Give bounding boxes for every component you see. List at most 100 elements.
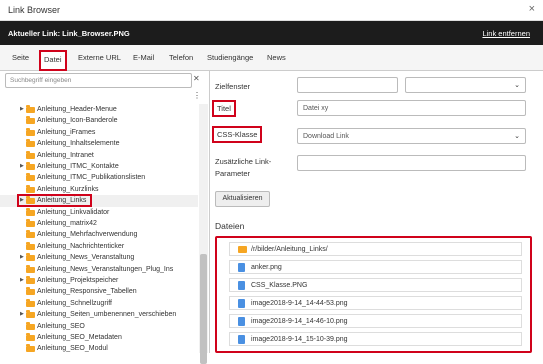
tree-item-label: Anleitung_Intranet <box>37 151 94 159</box>
folder-icon <box>26 230 35 239</box>
folder-icon <box>26 333 35 341</box>
tree-item[interactable]: Anleitung_Inhaltselemente <box>0 138 198 149</box>
folder-icon <box>26 139 35 148</box>
link-form-panel: Zielfenster ⌄ Titel Datei xy CSS-Klasse … <box>211 71 543 353</box>
tree-item[interactable]: ▶ Anleitung_News_Veranstaltung <box>0 252 198 263</box>
folder-tree: ▶ Anleitung_Header-Menue Anleitung_Icon-Ba… <box>0 104 198 353</box>
tree-item[interactable]: ▶ Anleitung_Links <box>0 194 198 208</box>
folder-icon <box>26 162 35 170</box>
file-name: anker.png <box>251 264 282 271</box>
more-options-icon[interactable]: ⋮ <box>193 91 201 100</box>
tree-item[interactable]: Anleitung_Icon-Banderole <box>0 115 198 126</box>
file-name: image2018-9-14_14-46-10.png <box>251 318 348 325</box>
folder-icon <box>26 310 35 319</box>
expand-arrow-icon[interactable]: ▶ <box>20 275 24 286</box>
folder-icon <box>26 241 35 250</box>
css-class-value: Download Link <box>303 133 349 140</box>
window-title: Link Browser <box>8 5 61 15</box>
tree-item[interactable]: Anleitung_Mehrfachverwendung <box>0 229 198 240</box>
folder-icon <box>26 276 35 284</box>
tree-item[interactable]: Anleitung_SEO_Metadaten <box>0 332 198 343</box>
tree-item-label: Anleitung_SEO <box>37 322 85 330</box>
update-button[interactable]: Aktualisieren <box>215 191 270 207</box>
close-icon[interactable]: × <box>529 3 535 15</box>
file-icon <box>238 281 245 290</box>
tree-item-label: Anleitung_SEO_Metadaten <box>37 334 122 341</box>
folder-icon <box>26 264 35 273</box>
tree-item[interactable]: Anleitung_Responsive_Tabellen <box>0 286 198 297</box>
tree-item-label: Anleitung_News_Veranstaltung <box>37 254 135 262</box>
tree-item[interactable]: Anleitung_matrix42 <box>0 218 198 229</box>
tab-studiengaenge[interactable]: Studiengänge <box>207 53 253 62</box>
tree-item[interactable]: Anleitung_Linkvalidator <box>0 207 198 218</box>
current-link-label: Aktueller Link: Link_Browser.PNG <box>8 29 130 38</box>
tree-item[interactable]: ▶ Anleitung_Header-Menue <box>0 104 198 115</box>
tree-item[interactable]: ▶ Anleitung_Seiten_umbenennen_verschieben <box>0 309 198 320</box>
tab-email[interactable]: E-Mail <box>133 53 154 62</box>
file-row[interactable]: image2018-9-14_15-10-39.png <box>229 332 522 346</box>
folder-icon <box>26 344 35 353</box>
tree-item[interactable]: Anleitung_SEO_Modul <box>0 343 198 353</box>
tree-item[interactable]: ▶ Anleitung_ITMC_Kontakte <box>0 161 198 172</box>
clear-search-icon[interactable]: ✕ <box>193 74 200 83</box>
zielfenster-input[interactable] <box>297 77 398 93</box>
chevron-down-icon: ⌄ <box>514 82 520 89</box>
tree-item-label: Anleitung_ITMC_Kontakte <box>37 163 119 170</box>
folder-icon <box>26 184 35 193</box>
css-class-select[interactable]: Download Link ⌄ <box>297 128 526 144</box>
tree-item-label: Anleitung_Schnellzugriff <box>37 299 112 307</box>
file-row[interactable]: CSS_Klasse.PNG <box>229 278 522 292</box>
tree-item[interactable]: Anleitung_Intranet <box>0 150 198 161</box>
params-label-line1: Zusätzliche Link- <box>215 157 272 166</box>
folder-icon <box>26 207 35 216</box>
tree-item-label: Anleitung_Projektspeicher <box>37 277 119 284</box>
window-titlebar: Link Browser × <box>0 0 543 21</box>
file-icon <box>238 299 245 308</box>
folder-path: /r/bilder/Anleitung_Links/ <box>251 246 328 253</box>
file-name: image2018-9-14_14-44-53.png <box>251 300 348 307</box>
tab-externe-url[interactable]: Externe URL <box>78 53 121 62</box>
folder-icon <box>26 321 35 330</box>
tree-item[interactable]: Anleitung_News_Veranstaltungen_Plug_Ins <box>0 264 198 275</box>
folder-path-row[interactable]: /r/bilder/Anleitung_Links/ <box>229 242 522 256</box>
tree-item[interactable]: Anleitung_ITMC_Publikationslisten <box>0 172 198 183</box>
params-input[interactable] <box>297 155 526 171</box>
tree-item-label: Anleitung_Icon-Banderole <box>37 117 118 125</box>
remove-link-button[interactable]: Link entfernen <box>482 29 530 38</box>
tree-item-label: Anleitung_Responsive_Tabellen <box>37 288 137 296</box>
folder-panel: ✕ ⋮ ▶ Anleitung_Header-Menue Anleitung_Ico… <box>0 71 210 364</box>
file-row[interactable]: image2018-9-14_14-46-10.png <box>229 314 522 328</box>
titel-label: Titel <box>212 100 236 117</box>
tree-item[interactable]: ▶ Anleitung_Projektspeicher <box>0 275 198 286</box>
zielfenster-label: Zielfenster <box>215 82 251 91</box>
tree-item[interactable]: Anleitung_Nachrichtenticker <box>0 241 198 252</box>
file-row[interactable]: anker.png <box>229 260 522 274</box>
chevron-down-icon: ⌄ <box>514 133 520 140</box>
tree-item-label: Anleitung_SEO_Modul <box>37 345 108 353</box>
expand-arrow-icon[interactable]: ▶ <box>20 104 24 115</box>
folder-icon <box>26 116 35 125</box>
tree-item-label: Anleitung_Header-Menue <box>37 106 117 113</box>
file-row[interactable]: image2018-9-14_14-44-53.png <box>229 296 522 310</box>
titel-input[interactable]: Datei xy <box>297 100 526 116</box>
scrollbar-thumb[interactable] <box>200 254 207 364</box>
files-list: /r/bilder/Anleitung_Links/ anker.png CSS… <box>215 236 532 353</box>
tree-item-label: Anleitung_ITMC_Publikationslisten <box>37 174 146 182</box>
tab-telefon[interactable]: Telefon <box>169 53 193 62</box>
expand-arrow-icon[interactable]: ▶ <box>20 161 24 172</box>
tab-seite[interactable]: Seite <box>12 53 29 62</box>
expand-arrow-icon[interactable]: ▶ <box>20 309 24 320</box>
tab-datei[interactable]: Datei <box>39 50 67 71</box>
search-input[interactable] <box>5 73 192 88</box>
expand-arrow-icon[interactable]: ▶ <box>20 252 24 263</box>
tree-item[interactable]: Anleitung_SEO <box>0 321 198 332</box>
tree-scrollbar[interactable] <box>199 104 208 364</box>
tree-item[interactable]: Anleitung_iFrames <box>0 127 198 138</box>
params-label-line2: Parameter <box>215 169 251 178</box>
tree-item-label: Anleitung_Linkvalidator <box>37 208 110 216</box>
zielfenster-select[interactable]: ⌄ <box>405 77 526 93</box>
tab-news[interactable]: News <box>267 53 286 62</box>
highlight-box <box>17 194 92 208</box>
tree-item[interactable]: Anleitung_Schnellzugriff <box>0 298 198 309</box>
file-name: image2018-9-14_15-10-39.png <box>251 336 348 343</box>
